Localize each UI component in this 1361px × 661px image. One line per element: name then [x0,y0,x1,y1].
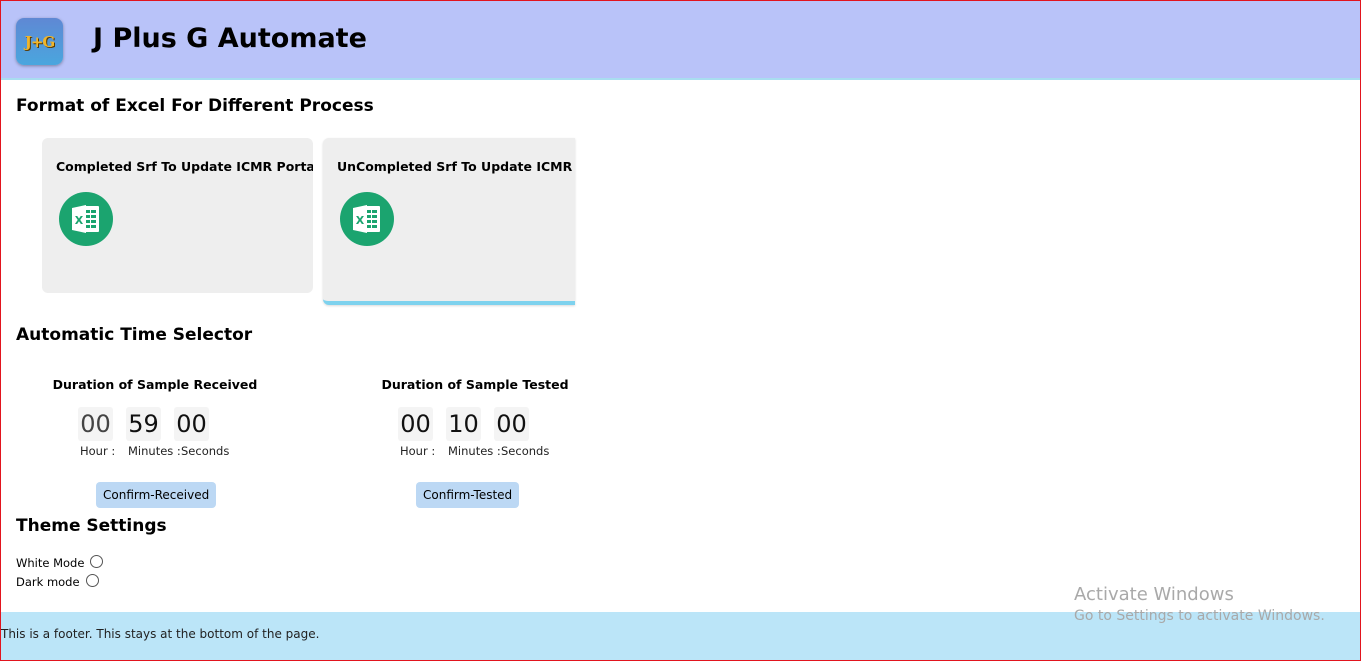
excel-card-uncompleted[interactable]: UnCompleted Srf To Update ICMR Portal X [323,138,575,305]
svg-text:X: X [356,214,365,227]
card-title: UnCompleted Srf To Update ICMR Portal [337,159,575,174]
time-selector-title: Duration of Sample Tested [381,377,569,392]
dark-mode-option[interactable]: Dark mode [16,573,99,589]
hour-input[interactable]: 00 [398,407,433,441]
hour-input[interactable]: 00 [78,407,113,441]
dark-mode-label: Dark mode [16,575,80,589]
excel-icon[interactable]: X [340,192,394,246]
time-selector-title: Duration of Sample Received [52,377,258,392]
activate-windows-subtitle: Go to Settings to activate Windows. [1074,608,1325,624]
confirm-tested-button[interactable]: Confirm-Tested [416,482,520,508]
theme-section-title: Theme Settings [16,516,167,536]
minutes-label: Minutes : [128,444,181,458]
time-section-title: Automatic Time Selector [16,325,253,345]
hour-label: Hour : [400,444,436,458]
seconds-label: Seconds [181,444,230,458]
logo-text: J+G [24,32,56,51]
hour-label: Hour : [80,444,116,458]
minutes-input[interactable]: 10 [446,407,481,441]
white-mode-option[interactable]: White Mode [16,554,104,570]
app-logo: J+G [16,18,63,65]
dark-mode-radio[interactable] [85,573,99,587]
seconds-input[interactable]: 00 [494,407,529,441]
app-title: J Plus G Automate [93,23,367,54]
white-mode-label: White Mode [16,556,85,570]
activate-windows-title: Activate Windows [1074,584,1234,605]
minutes-input[interactable]: 59 [126,407,161,441]
seconds-input[interactable]: 00 [174,407,209,441]
confirm-received-button[interactable]: Confirm-Received [96,482,217,508]
excel-card-completed[interactable]: Completed Srf To Update ICMR Portal X [42,138,313,293]
footer-text: This is a footer. This stays at the bott… [1,627,320,641]
app-header: J+G J Plus G Automate [1,1,1360,80]
card-title: Completed Srf To Update ICMR Portal [56,159,313,174]
excel-icon[interactable]: X [59,192,113,246]
white-mode-radio[interactable] [90,554,104,568]
minutes-label: Minutes : [448,444,501,458]
seconds-label: Seconds [501,444,550,458]
excel-section-title: Format of Excel For Different Process [16,96,374,116]
svg-text:X: X [75,214,84,227]
